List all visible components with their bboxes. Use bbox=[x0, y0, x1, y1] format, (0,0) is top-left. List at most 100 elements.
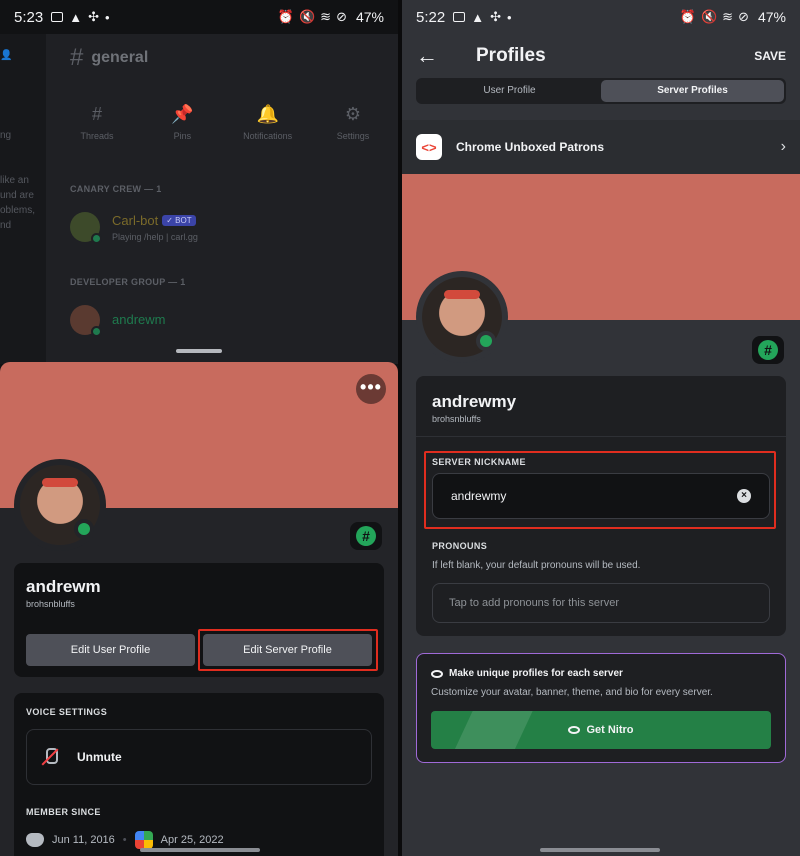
nitro-title: Make unique profiles for each server bbox=[431, 668, 771, 679]
peek-text: und are bbox=[0, 190, 34, 201]
member-activity: Playing /help | carl.gg bbox=[112, 232, 198, 242]
pins-button[interactable]: 📌 Pins bbox=[147, 104, 217, 141]
mute-icon: 🔇 bbox=[298, 9, 316, 24]
tab-server-profiles[interactable]: Server Profiles bbox=[601, 80, 784, 102]
gallery-icon bbox=[453, 12, 466, 22]
server-since-date: Apr 25, 2022 bbox=[160, 834, 224, 846]
pronouns-placeholder: Tap to add pronouns for this server bbox=[449, 597, 619, 609]
more-options-button[interactable]: ••• bbox=[356, 374, 386, 404]
highlight-box bbox=[198, 629, 378, 671]
nitro-description: Customize your avatar, banner, theme, an… bbox=[431, 687, 713, 698]
peek-text: like an bbox=[0, 175, 29, 186]
back-arrow-icon[interactable]: ← bbox=[416, 43, 460, 69]
right-screenshot: 5:22 ▲ ✣ • ⏰ 🔇 ≋ ⊘ 47% ← Profiles SAVE U… bbox=[402, 0, 800, 856]
online-dot bbox=[91, 326, 102, 337]
battery-percent: 47% bbox=[355, 9, 384, 25]
profile-name-section: andrewmy brohsnbluffs bbox=[416, 376, 786, 437]
battery-percent: 47% bbox=[757, 9, 786, 25]
save-button[interactable]: SAVE bbox=[754, 49, 786, 63]
unmute-label: Unmute bbox=[77, 750, 122, 764]
threads-button[interactable]: # Threads bbox=[62, 104, 132, 141]
logo-glyph: <> bbox=[421, 139, 437, 155]
edit-user-profile-button[interactable]: Edit User Profile bbox=[26, 634, 195, 666]
channel-header: # general bbox=[70, 44, 148, 72]
wifi-icon: ≋ bbox=[320, 9, 332, 24]
hash-icon: # bbox=[70, 44, 84, 71]
profile-avatar[interactable] bbox=[14, 459, 106, 551]
peek-text: nd bbox=[0, 220, 12, 231]
slack-icon: ✣ bbox=[88, 9, 99, 24]
server-logo: <> bbox=[416, 134, 442, 160]
member-section-header: DEVELOPER GROUP — 1 bbox=[70, 277, 186, 287]
username: brohsnbluffs bbox=[432, 414, 481, 424]
member-name: Carl-bot bbox=[112, 213, 159, 228]
avatar bbox=[70, 305, 102, 337]
separator-dot: • bbox=[122, 834, 127, 846]
settings-button[interactable]: ⚙ Settings bbox=[318, 104, 388, 141]
left-screenshot: 5:23 ▲ ✣ • ⏰ 🔇 ≋ ⊘ 47% 👤 ng like an und … bbox=[0, 0, 398, 856]
member-since-row: Jun 11, 2016 • Apr 25, 2022 bbox=[26, 831, 372, 849]
alarm-icon: ⏰ bbox=[277, 9, 294, 24]
status-bar: 5:23 ▲ ✣ • ⏰ 🔇 ≋ ⊘ 47% bbox=[0, 0, 398, 34]
unmute-button[interactable]: Unmute bbox=[26, 729, 372, 785]
top-app-bar: ← Profiles SAVE bbox=[402, 34, 800, 78]
drag-handle[interactable] bbox=[176, 349, 222, 353]
get-nitro-label: Get Nitro bbox=[586, 724, 634, 736]
status-bar: 5:22 ▲ ✣ • ⏰ 🔇 ≋ ⊘ 47% bbox=[402, 0, 800, 34]
peek-text: oblems, bbox=[0, 205, 36, 216]
online-status-dot bbox=[74, 519, 94, 539]
discord-since-date: Jun 11, 2016 bbox=[52, 834, 115, 846]
tab-user-profile[interactable]: User Profile bbox=[418, 80, 601, 102]
highlight-box bbox=[424, 451, 776, 529]
avatar bbox=[70, 212, 102, 244]
profile-avatar[interactable] bbox=[416, 271, 508, 363]
wifi-icon: ≋ bbox=[722, 9, 734, 24]
chevron-right-icon: › bbox=[780, 138, 786, 155]
discord-icon bbox=[26, 833, 44, 847]
voice-settings-caption: VOICE SETTINGS bbox=[26, 707, 108, 717]
display-name: andrewmy bbox=[432, 392, 517, 411]
bot-badge: ✓ BOT bbox=[162, 215, 196, 227]
pronouns-input[interactable]: Tap to add pronouns for this server bbox=[432, 583, 770, 623]
pronouns-hint: If left blank, your default pronouns wil… bbox=[432, 560, 641, 571]
get-nitro-button[interactable]: Get Nitro bbox=[431, 711, 771, 749]
profile-tabs: User Profile Server Profiles bbox=[416, 78, 786, 104]
nitro-icon bbox=[431, 669, 443, 678]
mic-off-icon bbox=[41, 748, 59, 766]
member-item-andrewm[interactable]: andrewm bbox=[70, 305, 166, 337]
dot-icon: • bbox=[104, 9, 110, 25]
headband bbox=[42, 477, 78, 488]
gear-icon: ⚙ bbox=[344, 104, 362, 124]
server-name: Chrome Unboxed Patrons bbox=[456, 140, 605, 154]
channel-background bbox=[0, 34, 398, 364]
member-section-header: CANARY CREW — 1 bbox=[70, 184, 162, 194]
status-notification-icons: ▲ ✣ • bbox=[453, 9, 512, 25]
status-time: 5:22 bbox=[416, 8, 446, 26]
member-item-carl-bot[interactable]: Carl-bot ✓ BOT Playing /help | carl.gg bbox=[70, 212, 198, 244]
status-notification-icons: ▲ ✣ • bbox=[51, 9, 110, 25]
display-name: andrewm bbox=[26, 577, 101, 596]
channel-name: general bbox=[91, 49, 149, 66]
bell-icon: 🔔 bbox=[256, 104, 279, 124]
pronouns-caption: PRONOUNS bbox=[432, 541, 488, 551]
gesture-bar bbox=[140, 848, 260, 852]
hypesquad-badge[interactable]: # bbox=[752, 336, 784, 364]
nitro-upsell-card: Make unique profiles for each server Cus… bbox=[416, 653, 786, 763]
gallery-icon bbox=[51, 12, 64, 22]
hypesquad-badge[interactable]: # bbox=[350, 522, 382, 550]
hash-badge-icon: # bbox=[356, 526, 376, 546]
status-time: 5:23 bbox=[14, 8, 44, 26]
notifications-button[interactable]: 🔔 Notifications bbox=[233, 104, 303, 141]
alarm-icon: ⏰ bbox=[679, 9, 696, 24]
members-icon: 👤 bbox=[0, 50, 13, 61]
status-system-icons: ⏰ 🔇 ≋ ⊘ 47% bbox=[278, 9, 384, 25]
server-icon bbox=[134, 831, 153, 849]
member-name: andrewm bbox=[112, 312, 166, 327]
member-since-caption: MEMBER SINCE bbox=[26, 807, 101, 817]
voice-card: VOICE SETTINGS Unmute MEMBER SINCE Jun 1… bbox=[14, 693, 384, 856]
server-selector[interactable]: <> Chrome Unboxed Patrons › bbox=[402, 120, 800, 174]
pin-icon: 📌 bbox=[171, 104, 194, 124]
navigation-icon: ▲ bbox=[471, 9, 485, 25]
channel-tools: # Threads 📌 Pins 🔔 Notifications ⚙ Settings bbox=[62, 104, 388, 141]
mute-icon: 🔇 bbox=[700, 9, 718, 24]
